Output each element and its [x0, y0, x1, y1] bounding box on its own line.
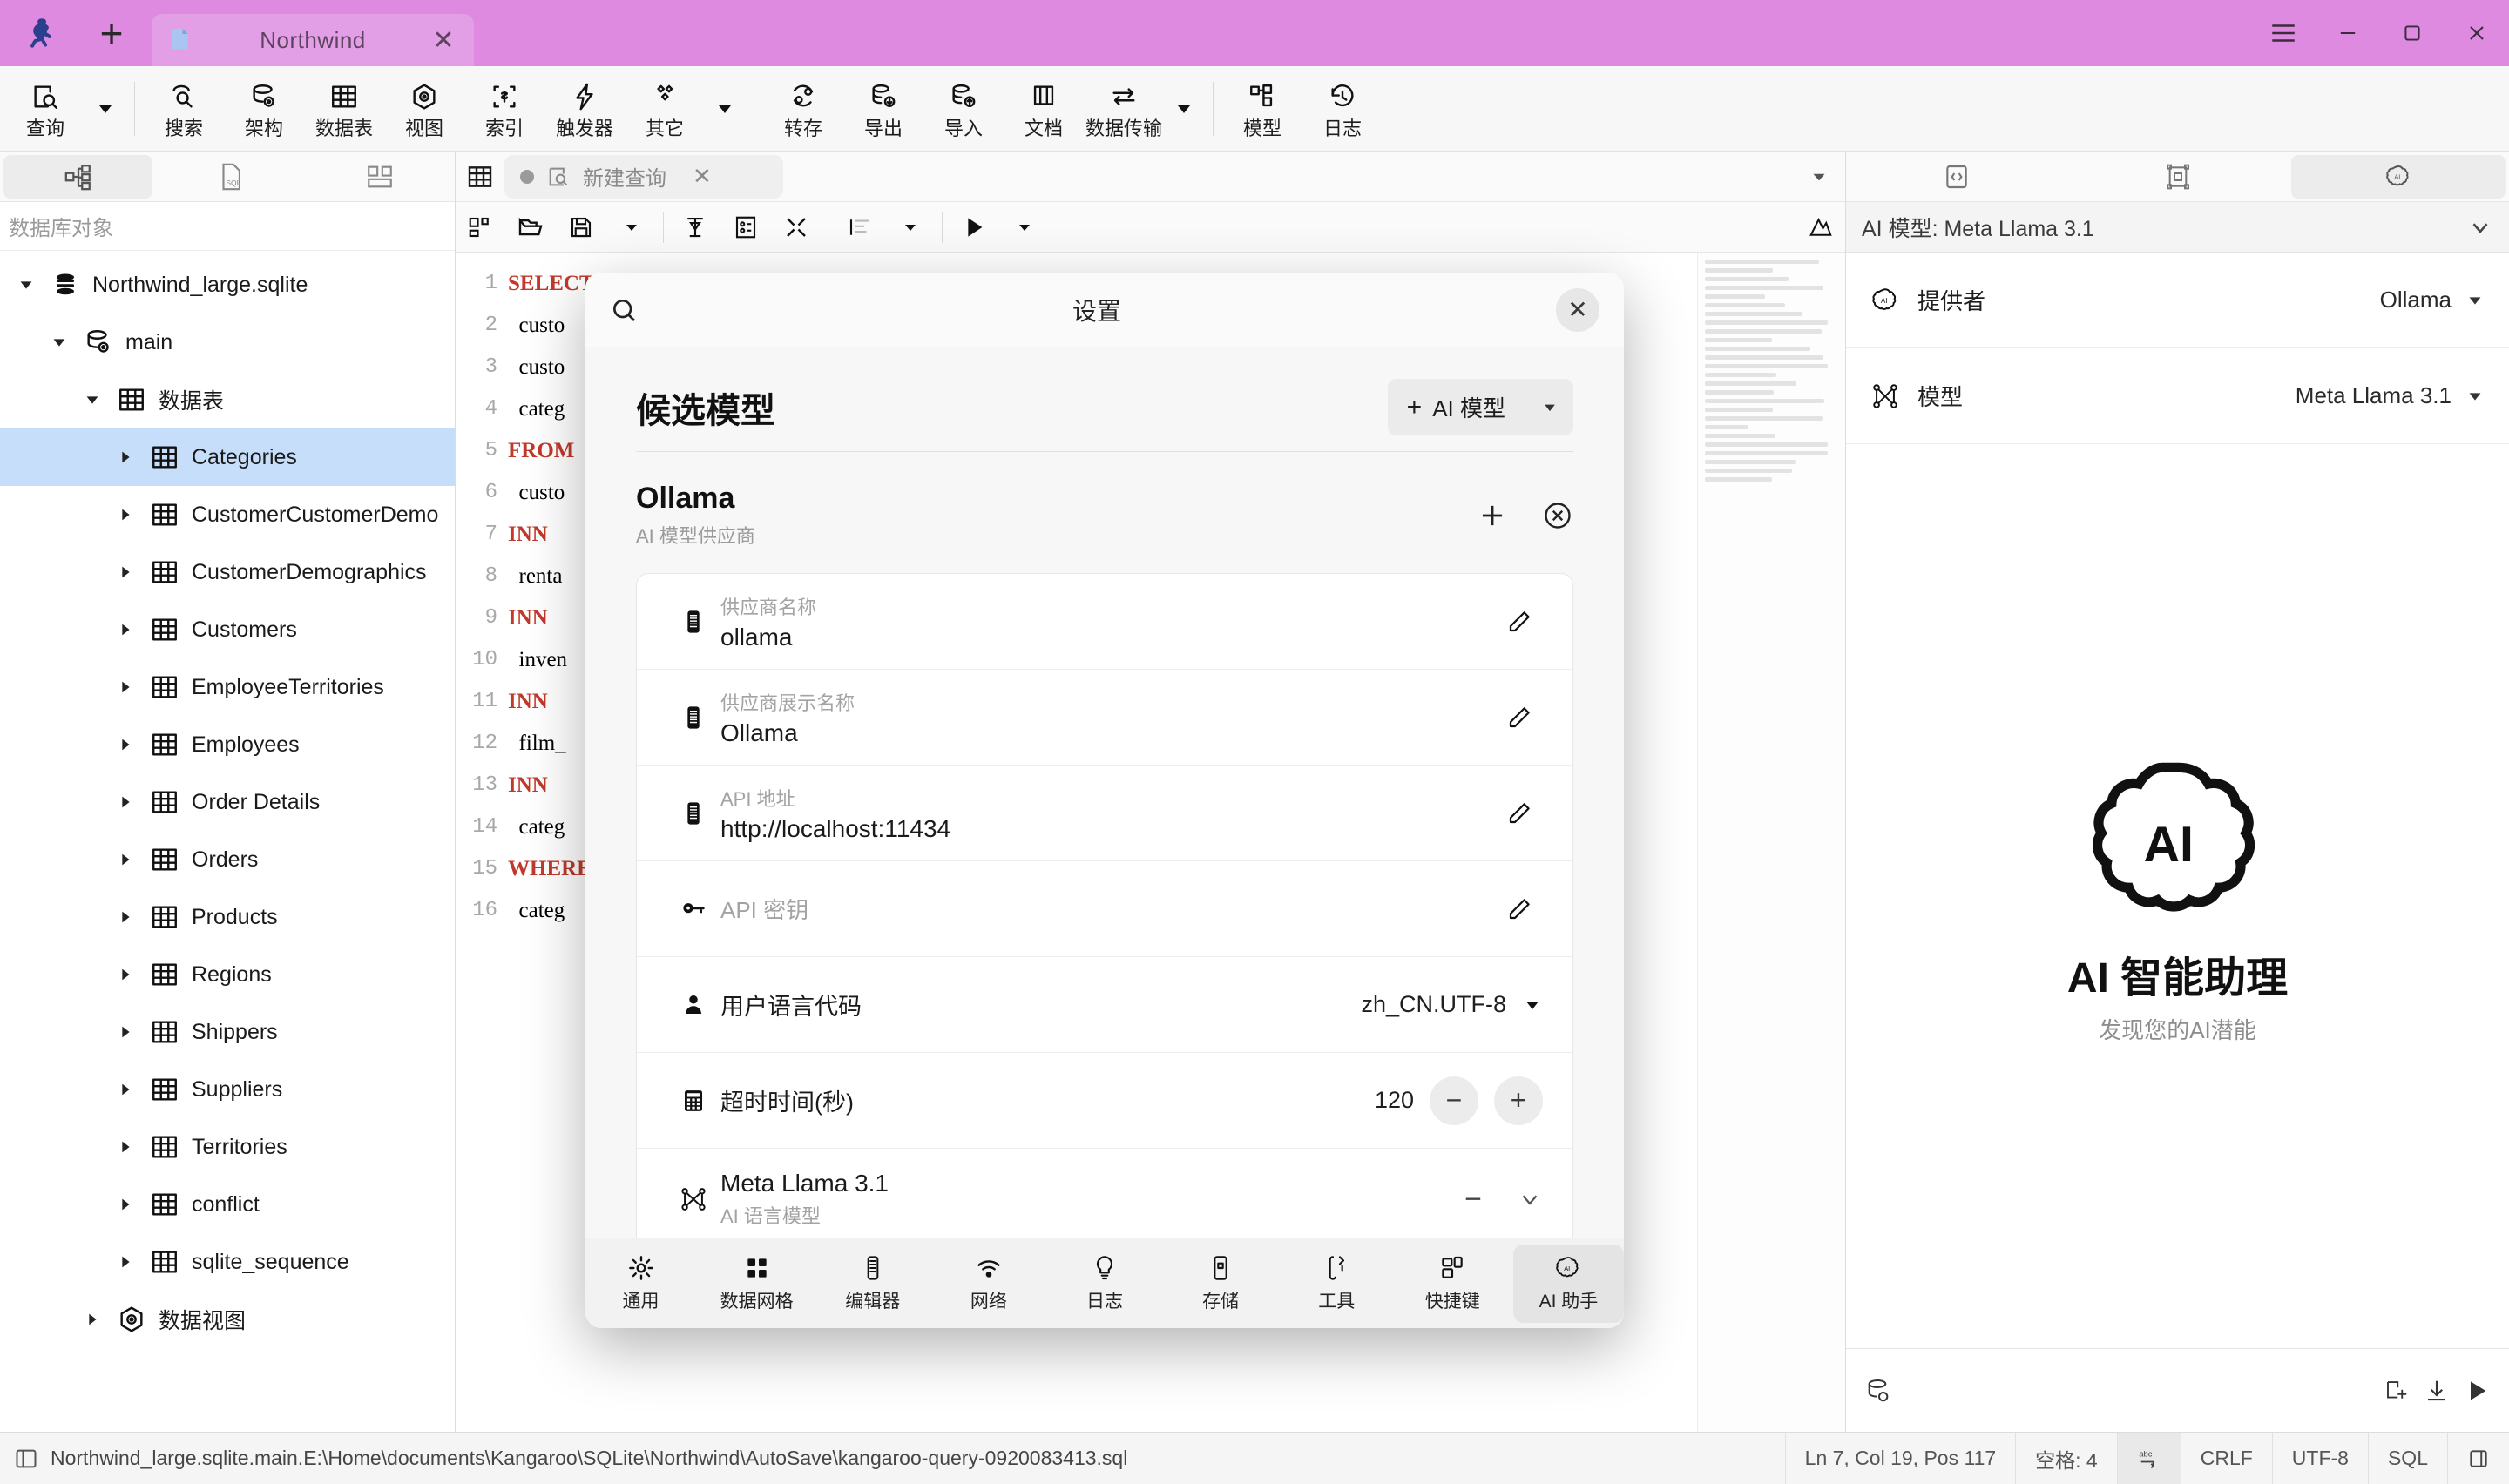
svg-text:AI: AI: [1565, 1264, 1571, 1272]
language-value: zh_CN.UTF-8: [1361, 991, 1506, 1018]
dialog-tab-label: 存储: [1202, 1287, 1239, 1313]
timeout-value: 120: [1375, 1087, 1414, 1114]
wifi-icon: [975, 1254, 1003, 1282]
caret-down-icon[interactable]: [1522, 995, 1543, 1015]
dialog-tab-gear[interactable]: 通用: [585, 1245, 696, 1323]
modal-overlay: 设置 ✕ 候选模型 + AI 模型 Ollama AI 模型供应商 供应商名称 …: [0, 0, 2509, 1484]
dialog-tab-grid[interactable]: 数据网格: [701, 1245, 812, 1323]
add-ai-model-main[interactable]: + AI 模型: [1388, 379, 1525, 435]
dialog-tab-label: 快捷键: [1425, 1287, 1480, 1313]
field-row-API 密钥[interactable]: API 密钥: [637, 861, 1572, 957]
tools-icon: [1322, 1254, 1350, 1282]
add-provider-icon[interactable]: [1476, 499, 1509, 532]
timeout-label: 超时时间(秒): [720, 1083, 854, 1117]
provider-fields-card: 供应商名称 ollama 供应商展示名称 Ollama API 地址 http:…: [636, 573, 1573, 1238]
field-row-language[interactable]: 用户语言代码 zh_CN.UTF-8: [637, 957, 1572, 1053]
field-row-供应商展示名称[interactable]: 供应商展示名称 Ollama: [637, 670, 1572, 766]
bulb-icon: [1091, 1254, 1119, 1282]
dialog-tab-label: 工具: [1318, 1287, 1355, 1313]
provider-actions: [1476, 499, 1573, 532]
dialog-tab-label: AI 助手: [1539, 1287, 1599, 1313]
provider-name: Ollama: [636, 482, 755, 516]
dialog-tab-label: 通用: [623, 1287, 659, 1313]
candidate-models-header: 候选模型 + AI 模型: [636, 347, 1573, 452]
grid-icon: [743, 1254, 771, 1282]
model-subtitle: AI 语言模型: [720, 1201, 1464, 1229]
shortcut-icon: [1438, 1254, 1466, 1282]
dialog-tab-label: 网络: [970, 1287, 1007, 1313]
field-label: API 地址: [720, 784, 1496, 812]
provider-names: Ollama AI 模型供应商: [636, 482, 755, 549]
field-label: API 密钥: [720, 893, 1496, 925]
key-icon: [666, 895, 720, 923]
gear-icon: [627, 1254, 655, 1282]
dialog-tab-bulb[interactable]: 日志: [1049, 1245, 1160, 1323]
ai-icon: AI: [1554, 1254, 1582, 1282]
text-field-icon: [666, 704, 720, 732]
field-text: API 密钥: [720, 879, 1496, 939]
dialog-tab-tools[interactable]: 工具: [1282, 1245, 1392, 1323]
user-icon: [666, 992, 720, 1018]
field-row-model[interactable]: Meta Llama 3.1 AI 语言模型 −: [637, 1149, 1572, 1238]
model-name: Meta Llama 3.1: [720, 1170, 1464, 1197]
search-icon[interactable]: [610, 296, 638, 324]
field-text: 供应商展示名称 Ollama: [720, 674, 1496, 761]
add-ai-model-label: AI 模型: [1432, 391, 1505, 423]
remove-provider-icon[interactable]: [1542, 500, 1573, 531]
dialog-tab-label: 编辑器: [845, 1287, 900, 1313]
field-label: 供应商名称: [720, 592, 1496, 620]
field-text: API 地址 http://localhost:11434: [720, 770, 1496, 857]
dialog-tab-storage[interactable]: 存储: [1166, 1245, 1276, 1323]
model-actions[interactable]: −: [1464, 1183, 1543, 1217]
dialog-tab-label: 日志: [1086, 1287, 1123, 1313]
decrement-button[interactable]: −: [1430, 1076, 1478, 1125]
calculator-icon: [666, 1088, 720, 1114]
field-label: 供应商展示名称: [720, 688, 1496, 716]
plus-icon: +: [1407, 393, 1423, 422]
settings-dialog-header: 设置 ✕: [585, 273, 1624, 347]
app-window: + Northwind ✕ 查询 搜索 架构 数据表 视图 索引 触发器 其它 …: [0, 0, 2509, 1484]
field-text: 供应商名称 ollama: [720, 578, 1496, 665]
text-field-icon: [666, 799, 720, 827]
chevron-down-icon[interactable]: [1517, 1186, 1543, 1212]
increment-button[interactable]: +: [1494, 1076, 1543, 1125]
section-title: 候选模型: [636, 382, 775, 433]
pencil-icon[interactable]: [1496, 896, 1543, 922]
language-value-group[interactable]: zh_CN.UTF-8: [1361, 991, 1543, 1018]
dialog-tab-shortcut[interactable]: 快捷键: [1397, 1245, 1508, 1323]
editor-icon: [859, 1254, 887, 1282]
settings-dialog: 设置 ✕ 候选模型 + AI 模型 Ollama AI 模型供应商 供应商名称 …: [585, 273, 1624, 1328]
model-text: Meta Llama 3.1 AI 语言模型: [720, 1156, 1464, 1238]
model-node-icon: [666, 1184, 720, 1214]
field-value: Ollama: [720, 719, 1496, 747]
timeout-stepper[interactable]: 120 − +: [1375, 1076, 1543, 1125]
field-value: ollama: [720, 624, 1496, 651]
close-icon[interactable]: ✕: [1556, 288, 1599, 332]
field-row-供应商名称[interactable]: 供应商名称 ollama: [637, 574, 1572, 670]
pencil-icon[interactable]: [1496, 609, 1543, 635]
dialog-tab-label: 数据网格: [720, 1287, 794, 1313]
remove-model-icon[interactable]: −: [1464, 1183, 1482, 1217]
add-ai-model-button[interactable]: + AI 模型: [1388, 379, 1573, 435]
settings-dialog-tabs: 通用 数据网格 编辑器 网络 日志 存储 工具 快捷键 AI AI 助手: [585, 1238, 1624, 1328]
settings-dialog-body: 候选模型 + AI 模型 Ollama AI 模型供应商 供应商名称 ollam…: [585, 347, 1624, 1238]
field-row-API 地址[interactable]: API 地址 http://localhost:11434: [637, 766, 1572, 861]
provider-block: Ollama AI 模型供应商: [636, 452, 1573, 549]
dialog-tab-wifi[interactable]: 网络: [933, 1245, 1044, 1323]
pencil-icon[interactable]: [1496, 800, 1543, 826]
storage-icon: [1207, 1254, 1234, 1282]
field-row-timeout[interactable]: 超时时间(秒) 120 − +: [637, 1053, 1572, 1149]
language-label: 用户语言代码: [720, 988, 862, 1022]
provider-subtitle: AI 模型供应商: [636, 521, 755, 549]
text-field-icon: [666, 608, 720, 636]
field-value: http://localhost:11434: [720, 815, 1496, 843]
caret-down-icon[interactable]: [1525, 379, 1573, 435]
dialog-tab-ai[interactable]: AI AI 助手: [1513, 1245, 1624, 1323]
settings-dialog-title: 设置: [638, 293, 1556, 327]
pencil-icon[interactable]: [1496, 705, 1543, 731]
dialog-tab-editor[interactable]: 编辑器: [817, 1245, 928, 1323]
